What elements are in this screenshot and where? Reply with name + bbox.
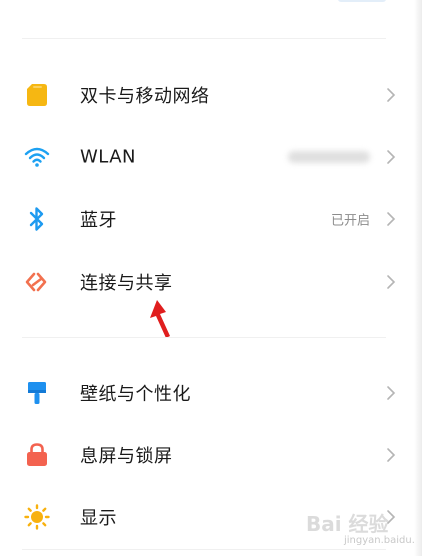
watermark-url: jingyan.baidu.com [344, 535, 422, 546]
chevron-right-icon [387, 212, 396, 226]
lock-icon [22, 440, 52, 470]
bluetooth-icon [22, 204, 52, 234]
annotation-arrow [150, 300, 170, 338]
settings-item-label: 息屏与锁屏 [80, 446, 173, 467]
wlan-network-name-redacted [288, 151, 370, 163]
chevron-right-icon [387, 275, 396, 289]
paint-brush-icon [22, 378, 52, 408]
settings-item-lock-screen[interactable]: 息屏与锁屏 [0, 424, 410, 486]
baidu-jingyan-watermark: Bai 经验 jingyan.baidu.com [300, 502, 422, 554]
settings-item-label: 双卡与移动网络 [80, 86, 210, 107]
settings-item-label: 连接与共享 [80, 273, 173, 294]
sun-icon [22, 502, 52, 532]
chevron-right-icon [387, 386, 396, 400]
settings-item-bluetooth[interactable]: 蓝牙 已开启 [0, 188, 410, 250]
section-divider [22, 337, 386, 338]
screen-edge-shadow [414, 0, 422, 556]
chevron-right-icon [387, 448, 396, 462]
chevron-right-icon [387, 88, 396, 102]
settings-item-connection-share[interactable]: 连接与共享 [0, 251, 410, 313]
bluetooth-status: 已开启 [330, 213, 370, 229]
settings-item-label: 壁纸与个性化 [80, 384, 191, 405]
watermark-text: Bai 经验 [306, 512, 389, 536]
connection-share-icon [22, 267, 52, 297]
sim-card-icon [22, 80, 52, 110]
settings-item-label: 蓝牙 [80, 210, 117, 231]
wifi-icon [22, 142, 52, 172]
settings-item-label: 显示 [80, 508, 117, 529]
settings-screen: 双卡与移动网络 WLAN 蓝牙 已开启 连接与共享 壁纸与个性化 息屏与锁屏 显… [0, 0, 422, 556]
settings-item-sim-network[interactable]: 双卡与移动网络 [0, 64, 410, 126]
settings-item-wallpaper[interactable]: 壁纸与个性化 [0, 362, 410, 424]
section-divider [22, 38, 386, 39]
chevron-right-icon [387, 150, 396, 164]
settings-item-wlan[interactable]: WLAN [0, 126, 410, 188]
settings-item-label: WLAN [80, 146, 137, 168]
top-partial-element [338, 0, 386, 2]
